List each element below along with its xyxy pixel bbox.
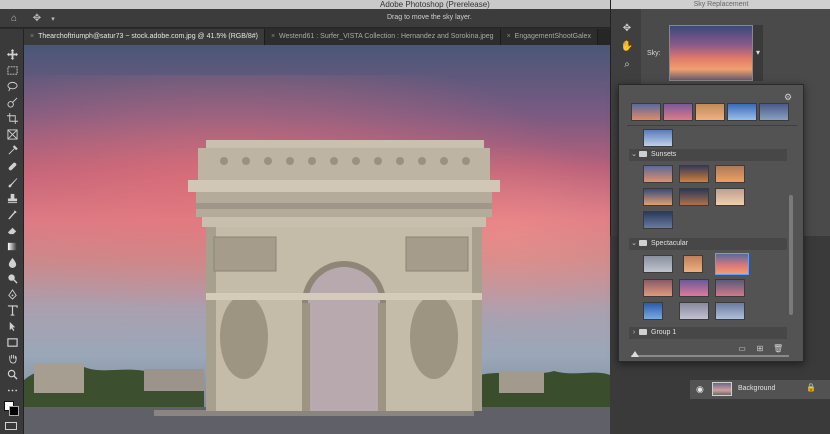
chevron-right-icon[interactable]: › <box>629 327 639 339</box>
tab-document-1[interactable]: × Thearchoftriumph@satur73 ~ stock.adobe.… <box>24 29 265 45</box>
sky-preset-thumbnail[interactable] <box>695 103 725 121</box>
folder-icon <box>639 329 647 336</box>
eye-icon[interactable]: ◉ <box>696 384 704 395</box>
options-hint: Drag to move the sky layer. <box>387 14 472 21</box>
move-icon[interactable] <box>4 47 20 61</box>
healing-icon[interactable] <box>4 159 20 173</box>
document-canvas[interactable] <box>24 45 610 434</box>
slider-handle[interactable] <box>631 351 639 357</box>
zoom-icon[interactable] <box>4 367 20 381</box>
zoom-icon[interactable]: ⌕ <box>619 57 635 71</box>
scrollbar[interactable] <box>789 195 793 315</box>
path-select-icon[interactable] <box>4 319 20 333</box>
close-icon[interactable]: × <box>271 33 275 40</box>
app-title: Adobe Photoshop (Prerelease) <box>380 0 490 9</box>
sky-preset-picker: ⚙ ⌄ Sunsets ⌄ Spectacular › Group 1 ▭ ⊞ 🗑 <box>618 84 804 362</box>
frame-icon[interactable] <box>4 127 20 141</box>
sky-preview-thumbnail[interactable] <box>669 25 753 81</box>
sky-preset-thumbnail[interactable] <box>643 302 663 320</box>
folder-icon <box>639 151 647 158</box>
tab-label: EngagementShootGalex <box>514 33 591 40</box>
sky-preset-thumbnail[interactable] <box>631 103 661 121</box>
sky-preset-thumbnail[interactable] <box>643 255 673 273</box>
sky-preset-thumbnail[interactable] <box>643 165 673 183</box>
sky-preset-thumbnail[interactable] <box>663 103 693 121</box>
eraser-icon[interactable] <box>4 223 20 237</box>
group-sunsets[interactable]: ⌄ Sunsets <box>629 149 787 161</box>
tab-document-2[interactable]: × Westend61 : Surfer_VISTA Collection : H… <box>264 29 501 45</box>
close-icon[interactable]: × <box>507 33 511 40</box>
quick-mask-icon[interactable] <box>5 422 17 430</box>
hand-icon[interactable]: ✋ <box>619 39 635 53</box>
history-brush-icon[interactable] <box>4 207 20 221</box>
chevron-down-icon[interactable]: ⌄ <box>629 149 639 161</box>
trash-icon[interactable]: 🗑 <box>773 344 783 353</box>
thumbnail-size-slider[interactable] <box>631 355 789 357</box>
type-icon[interactable] <box>4 303 20 317</box>
sky-preset-thumbnail[interactable] <box>643 129 673 147</box>
photoshop-window: Adobe Photoshop (Prerelease) ⌂ ✥ ▾ Drag … <box>0 0 830 434</box>
move-icon[interactable]: ✥ <box>619 21 635 35</box>
chevron-down-icon[interactable]: ▾ <box>753 25 763 81</box>
sky-preset-thumbnail[interactable] <box>679 279 709 297</box>
tab-document-3[interactable]: × EngagementShootGalex <box>500 29 598 45</box>
sky-preset-thumbnail[interactable] <box>715 165 745 183</box>
group-group-1[interactable]: › Group 1 <box>629 327 787 339</box>
group-spectacular[interactable]: ⌄ Spectacular <box>629 238 787 250</box>
dodge-icon[interactable] <box>4 271 20 285</box>
options-bar: ⌂ ✥ ▾ Drag to move the sky layer. <box>0 9 610 28</box>
layer-row-background[interactable]: ◉ Background 🔒 <box>690 380 830 399</box>
sky-preset-thumbnail[interactable] <box>679 165 709 183</box>
sky-preset-thumbnail[interactable] <box>679 302 709 320</box>
rectangle-icon[interactable] <box>4 335 20 349</box>
sky-preset-thumbnail[interactable] <box>727 103 757 121</box>
arc-de-triomphe-image <box>24 140 610 434</box>
background-color-swatch[interactable] <box>9 406 19 416</box>
blur-icon[interactable] <box>4 255 20 269</box>
gear-icon[interactable]: ⚙ <box>784 92 792 103</box>
hand-icon[interactable] <box>4 351 20 365</box>
sky-preset-thumbnail[interactable] <box>643 279 673 297</box>
new-group-icon[interactable]: ▭ <box>737 344 747 353</box>
folder-icon <box>639 240 647 247</box>
brush-icon[interactable] <box>4 175 20 189</box>
crop-icon[interactable] <box>4 111 20 125</box>
sky-label: Sky: <box>647 50 661 57</box>
more-tools-icon[interactable] <box>4 383 20 397</box>
sky-preset-thumbnail[interactable] <box>679 188 709 206</box>
tab-label: Thearchoftriumph@satur73 ~ stock.adobe.c… <box>38 33 258 40</box>
close-icon[interactable]: × <box>30 33 34 40</box>
sky-preset-thumbnail-selected[interactable] <box>715 253 749 275</box>
document-tabs: × Thearchoftriumph@satur73 ~ stock.adobe.… <box>24 29 610 45</box>
group-label: Sunsets <box>651 151 677 158</box>
chevron-down-icon[interactable]: ⌄ <box>629 238 639 250</box>
quick-select-icon[interactable] <box>4 95 20 109</box>
lock-icon[interactable]: 🔒 <box>806 383 816 392</box>
add-icon[interactable]: ⊞ <box>755 344 765 353</box>
sky-preset-thumbnail[interactable] <box>759 103 789 121</box>
marquee-icon[interactable] <box>4 63 20 77</box>
divider <box>627 125 797 126</box>
stamp-icon[interactable] <box>4 191 20 205</box>
sky-preset-thumbnail[interactable] <box>715 188 745 206</box>
lasso-icon[interactable] <box>4 79 20 93</box>
layer-thumbnail <box>712 382 732 396</box>
tab-label: Westend61 : Surfer_VISTA Collection : He… <box>279 33 494 40</box>
sky-preset-thumbnail[interactable] <box>683 255 703 273</box>
dialog-title: Sky Replacement <box>611 0 830 9</box>
home-icon[interactable]: ⌂ <box>7 12 21 25</box>
gradient-icon[interactable] <box>4 239 20 253</box>
sky-preset-thumbnail[interactable] <box>715 302 745 320</box>
tools-panel <box>0 29 24 434</box>
sky-preset-thumbnail[interactable] <box>715 279 745 297</box>
eyedropper-icon[interactable] <box>4 143 20 157</box>
group-label: Spectacular <box>651 240 688 247</box>
chevron-down-icon[interactable]: ▾ <box>46 12 60 25</box>
layer-name: Background <box>738 385 776 392</box>
pen-icon[interactable] <box>4 287 20 301</box>
sky-preset-thumbnail[interactable] <box>643 188 673 206</box>
move-tool-options-icon[interactable]: ✥ <box>30 12 44 25</box>
group-label: Group 1 <box>651 329 677 336</box>
sky-preset-thumbnail[interactable] <box>643 211 673 229</box>
